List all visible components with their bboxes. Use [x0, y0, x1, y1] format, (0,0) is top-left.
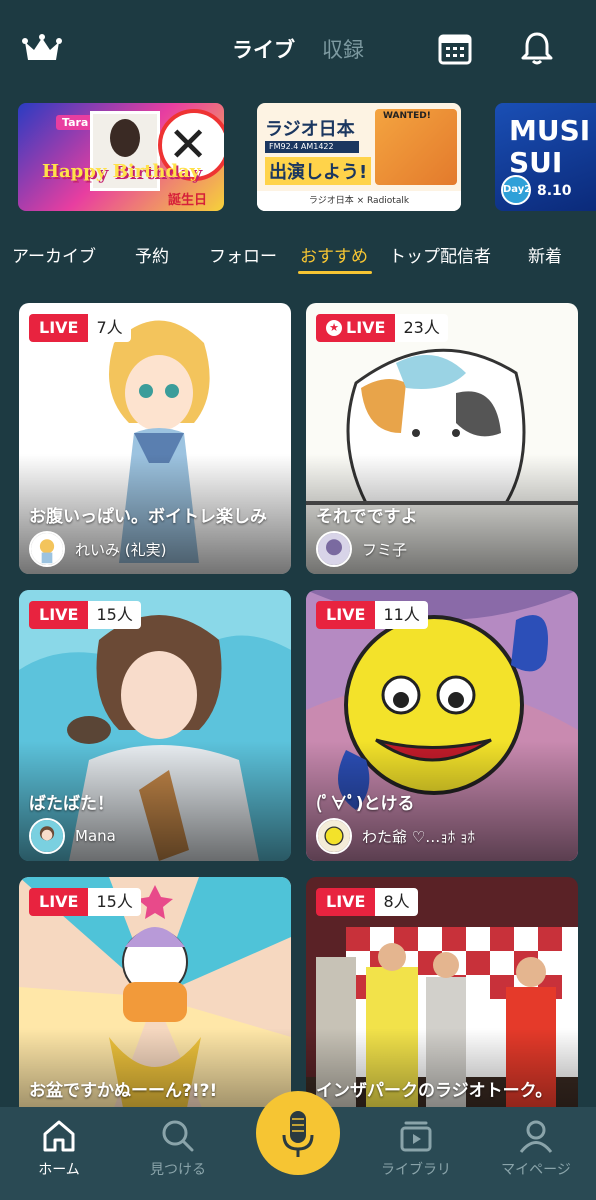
- card-title: それでですよ: [316, 507, 418, 527]
- banner-cta: 出演しよう!: [265, 157, 372, 185]
- author-name: れいみ (礼実): [75, 540, 167, 559]
- banner-face: [110, 119, 140, 157]
- author-name: フミ子: [362, 540, 408, 559]
- calendar-icon[interactable]: [438, 33, 472, 65]
- tab-follow[interactable]: フォロー: [209, 242, 277, 267]
- live-label: LIVE: [29, 601, 89, 629]
- viewer-count: 7人: [88, 314, 131, 342]
- avatar: [29, 818, 65, 854]
- banner-tag: Tara: [56, 115, 95, 130]
- nav-home[interactable]: ホーム: [9, 1119, 109, 1179]
- nav-discover[interactable]: 見つける: [128, 1119, 228, 1179]
- banner-radio-nippon[interactable]: ラジオ日本 FM92.4 AM1422 出演しよう! WANTED! ラジオ日本…: [257, 103, 461, 211]
- live-badge: LIVE 11人: [316, 601, 428, 629]
- library-icon: [400, 1121, 432, 1152]
- home-icon: [43, 1120, 75, 1152]
- nav-discover-label: 見つける: [150, 1162, 206, 1178]
- avatar: [316, 531, 352, 567]
- live-card[interactable]: LIVE 11人 (ﾟ∀ﾟ)とける わた爺 ♡…ｮﾎ ｮﾎ: [306, 590, 578, 861]
- tab-reservation[interactable]: 予約: [135, 242, 169, 267]
- live-badge: LIVE 15人: [29, 888, 141, 916]
- avatar: [29, 531, 65, 567]
- banner-frequency: FM92.4 AM1422: [265, 141, 359, 153]
- live-card[interactable]: LIVE 7人 お腹いっぱい。ボイトレ楽しみ れいみ (礼実): [19, 303, 291, 574]
- tab-new[interactable]: 新着: [528, 242, 562, 267]
- author-name: わた爺 ♡…ｮﾎ ｮﾎ: [362, 827, 475, 846]
- tab-archive[interactable]: アーカイブ: [12, 242, 96, 267]
- tab-top-broadcasters[interactable]: トップ配信者: [389, 242, 491, 267]
- author-name: Mana: [75, 827, 116, 845]
- card-title: お盆ですかぬーーん?!?!: [29, 1081, 218, 1101]
- card-author: れいみ (礼実): [29, 531, 166, 567]
- live-label: LIVE: [29, 314, 89, 342]
- tab-recorded[interactable]: 収録: [322, 34, 364, 64]
- nav-home-label: ホーム: [38, 1162, 80, 1178]
- mic-icon: [282, 1111, 314, 1157]
- viewer-count: 23人: [395, 314, 448, 342]
- card-title: (ﾟ∀ﾟ)とける: [316, 794, 415, 814]
- search-icon: [162, 1120, 194, 1152]
- live-card[interactable]: ★ LIVE 23人 それでですよ フミ子: [306, 303, 578, 574]
- card-title: お腹いっぱい。ボイトレ楽しみ: [29, 507, 267, 527]
- banner-music-event[interactable]: MUSI SUI Day2 8.10: [495, 103, 596, 211]
- tab-live[interactable]: ライブ: [232, 34, 295, 64]
- avatar: [316, 818, 352, 854]
- banner-event-title: MUSI SUI: [509, 114, 591, 179]
- live-badge: LIVE 8人: [316, 888, 418, 916]
- banner-birthday-sub: 誕生日: [168, 193, 208, 208]
- card-author: Mana: [29, 818, 116, 854]
- viewer-count: 15人: [88, 888, 141, 916]
- tab-recommended[interactable]: おすすめ: [300, 242, 368, 267]
- nav-library-label: ライブラリ: [381, 1162, 451, 1178]
- record-button[interactable]: [256, 1091, 340, 1175]
- card-author: わた爺 ♡…ｮﾎ ｮﾎ: [316, 818, 475, 854]
- banner-title: ラジオ日本: [265, 119, 355, 140]
- nav-mypage[interactable]: マイページ: [486, 1119, 586, 1179]
- banner-footer: ラジオ日本 × Radiotalk: [257, 191, 461, 211]
- viewer-count: 8人: [375, 888, 418, 916]
- live-label: LIVE: [316, 601, 376, 629]
- card-title: インザパークのラジオトーク。: [316, 1081, 553, 1101]
- live-label: LIVE: [29, 888, 89, 916]
- viewer-count: 15人: [88, 601, 141, 629]
- active-tab-indicator: [298, 271, 372, 274]
- top-header: ライブ 収録: [0, 0, 596, 96]
- bell-icon[interactable]: [520, 30, 554, 66]
- banner-wanted: WANTED!: [383, 111, 431, 121]
- featured-star-icon: ★: [326, 320, 342, 336]
- viewer-count: 11人: [375, 601, 428, 629]
- banner-birthday-text: Happy Birthday: [42, 161, 201, 182]
- crown-icon[interactable]: [22, 34, 62, 64]
- live-label: ★ LIVE: [316, 314, 396, 342]
- banner-birthday[interactable]: Tara ✕ Happy Birthday 誕生日: [18, 103, 224, 211]
- nav-library[interactable]: ライブラリ: [366, 1119, 466, 1179]
- card-title: ばたばた！: [29, 794, 114, 814]
- live-badge: LIVE 15人: [29, 601, 141, 629]
- category-tabs: アーカイブ 予約 フォロー おすすめ トップ配信者 新着: [0, 238, 596, 278]
- nav-mypage-label: マイページ: [501, 1162, 571, 1178]
- profile-icon: [519, 1120, 553, 1153]
- card-author: フミ子: [316, 531, 407, 567]
- banner-day-badge: Day2: [501, 175, 531, 205]
- live-badge: ★ LIVE 23人: [316, 314, 448, 342]
- live-badge: LIVE 7人: [29, 314, 131, 342]
- live-card[interactable]: LIVE 15人 ばたばた！ Mana: [19, 590, 291, 861]
- banner-date: 8.10: [537, 183, 572, 199]
- live-label: LIVE: [316, 888, 376, 916]
